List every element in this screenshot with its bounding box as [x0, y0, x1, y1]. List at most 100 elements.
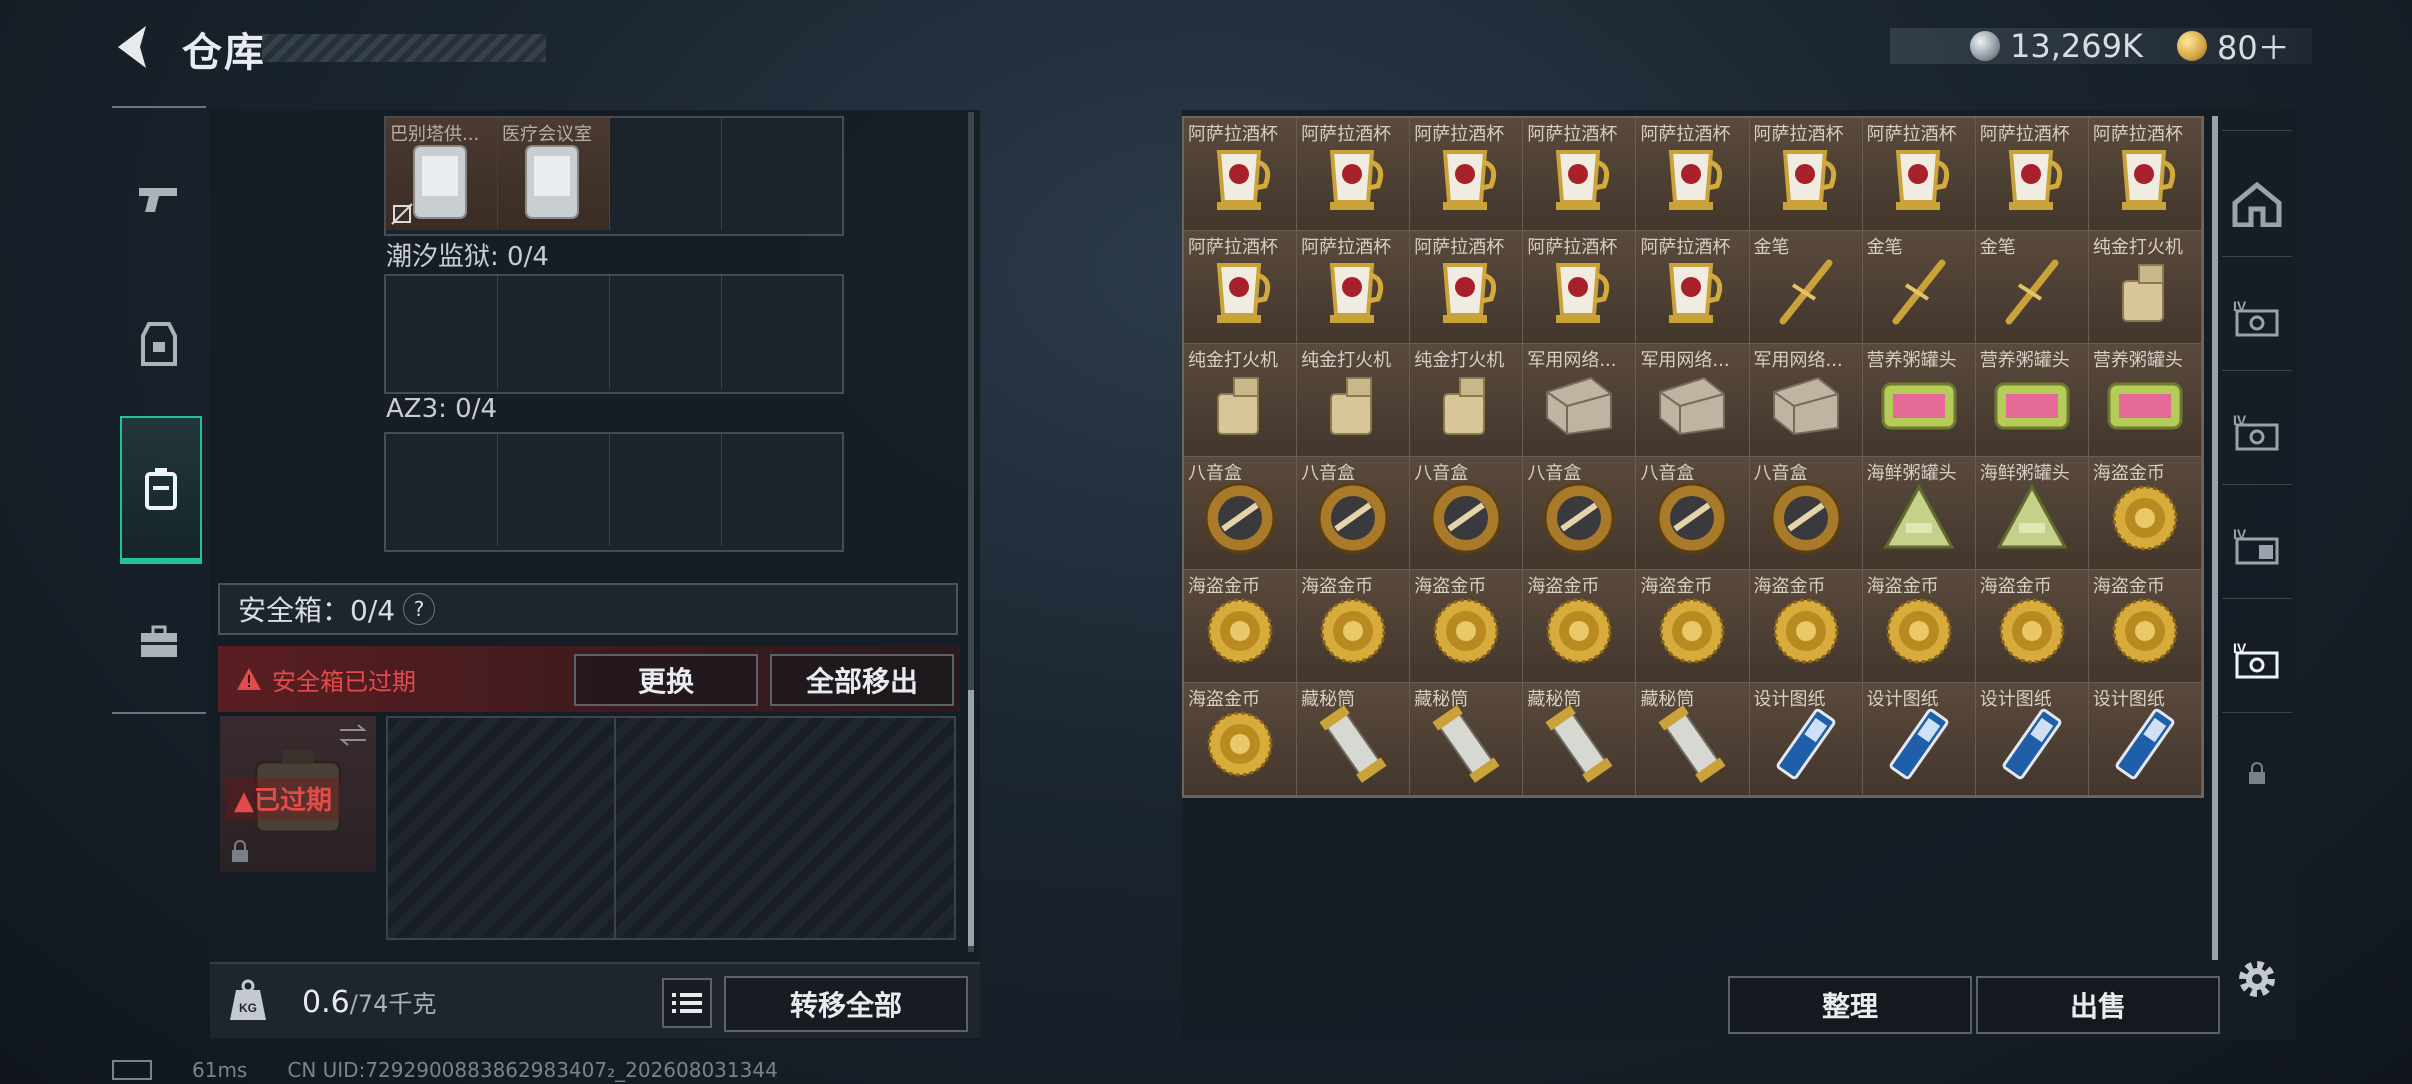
inventory-item[interactable]: 海盗金币	[2088, 570, 2202, 683]
tab-weapons[interactable]	[120, 128, 198, 268]
empty-slot[interactable]	[386, 434, 498, 546]
inventory-item[interactable]: 军用网络...	[1523, 344, 1637, 457]
inventory-item[interactable]: 金笔	[1862, 231, 1976, 344]
inventory-item[interactable]: 藏秘筒	[1297, 683, 1411, 796]
left-scrollbar-thumb[interactable]	[968, 690, 974, 946]
net-icon	[1768, 372, 1844, 442]
back-button[interactable]	[112, 22, 156, 72]
musicbox-icon	[1767, 479, 1845, 561]
inventory-item[interactable]: 阿萨拉酒杯	[1636, 231, 1750, 344]
tab-containers[interactable]	[120, 416, 202, 564]
list-view-button[interactable]	[662, 978, 712, 1028]
empty-slot[interactable]	[722, 434, 834, 546]
inventory-item[interactable]: 海盗金币	[1410, 570, 1524, 683]
cryptex-icon	[1429, 704, 1503, 787]
status-bar: 61ms CN UID:7292900883862983407₂_2026080…	[112, 1058, 778, 1082]
sell-button[interactable]: 出售	[1976, 976, 2220, 1034]
empty-slot[interactable]	[498, 276, 610, 388]
inventory-item[interactable]: 设计图纸	[1975, 683, 2089, 796]
tab-storage-4-active[interactable]: IV	[2222, 608, 2292, 713]
empty-slot[interactable]	[722, 276, 834, 388]
inventory-item[interactable]: 海盗金币	[1523, 570, 1637, 683]
settings-button[interactable]	[2234, 956, 2280, 1002]
inventory-item[interactable]: 海鲜粥罐头	[1975, 457, 2089, 570]
tab-home[interactable]	[2222, 152, 2292, 257]
help-icon[interactable]: ?	[403, 593, 436, 625]
inventory-item[interactable]: 阿萨拉酒杯	[2088, 118, 2202, 231]
inventory-item[interactable]: 金笔	[1749, 231, 1863, 344]
inventory-item[interactable]: 设计图纸	[1862, 683, 1976, 796]
inventory-item[interactable]: 八音盒	[1523, 457, 1637, 570]
transfer-all-button[interactable]: 转移全部	[724, 976, 968, 1032]
inventory-item[interactable]: 阿萨拉酒杯	[1297, 118, 1411, 231]
replace-button[interactable]: 更换	[574, 654, 758, 706]
inventory-item[interactable]: 海盗金币	[1749, 570, 1863, 683]
tab-storage-2[interactable]: IV	[2222, 380, 2292, 485]
inventory-item[interactable]: 阿萨拉酒杯	[1975, 118, 2089, 231]
tab-gear[interactable]	[120, 274, 198, 414]
inventory-item[interactable]: 八音盒	[1297, 457, 1411, 570]
inventory-item[interactable]: 海盗金币	[1862, 570, 1976, 683]
inventory-item[interactable]: 阿萨拉酒杯	[1636, 118, 1750, 231]
weight-capacity: /74千克	[349, 990, 437, 1018]
inventory-item[interactable]: 海鲜粥罐头	[1862, 457, 1976, 570]
empty-slot[interactable]	[610, 118, 722, 230]
inventory-item[interactable]: 八音盒	[1184, 457, 1298, 570]
item-name: 军用网络...	[1527, 350, 1617, 371]
empty-slot[interactable]	[722, 118, 834, 230]
inventory-item[interactable]: 海盗金币	[2088, 457, 2202, 570]
inventory-item[interactable]: 营养粥罐头	[1975, 344, 2089, 457]
inventory-item[interactable]: 金笔	[1975, 231, 2089, 344]
inventory-item[interactable]: 藏秘筒	[1636, 683, 1750, 796]
tab-storage-1[interactable]: IV	[2222, 266, 2292, 371]
inventory-item[interactable]: 藏秘筒	[1410, 683, 1524, 796]
remove-all-button[interactable]: 全部移出	[770, 654, 954, 706]
item-name: 纯金打火机	[2092, 237, 2183, 258]
tab-locked[interactable]	[2222, 722, 2292, 826]
inventory-item[interactable]: 八音盒	[1636, 457, 1750, 570]
inventory-item[interactable]: 军用网络...	[1636, 344, 1750, 457]
slot-item[interactable]: 医疗会议室	[498, 118, 610, 230]
inventory-item[interactable]: 纯金打火机	[1184, 344, 1298, 457]
inventory-item[interactable]: 海盗金币	[1184, 570, 1298, 683]
inventory-item[interactable]: 阿萨拉酒杯	[1523, 118, 1637, 231]
musicbox-icon	[1653, 479, 1731, 561]
tab-top[interactable]	[2222, 72, 2292, 131]
inventory-item[interactable]: 藏秘筒	[1523, 683, 1637, 796]
lighter-icon	[1321, 372, 1385, 442]
tab-storage-3[interactable]: IV	[2222, 494, 2292, 599]
empty-slot[interactable]	[610, 276, 722, 388]
inventory-item[interactable]: 海盗金币	[1297, 570, 1411, 683]
item-name: 纯金打火机	[1301, 350, 1392, 371]
inventory-item[interactable]: 阿萨拉酒杯	[1862, 118, 1976, 231]
inventory-item[interactable]: 营养粥罐头	[1862, 344, 1976, 457]
inventory-item[interactable]: 阿萨拉酒杯	[1749, 118, 1863, 231]
inventory-item[interactable]: 营养粥罐头	[2088, 344, 2202, 457]
inventory-item[interactable]: 设计图纸	[1749, 683, 1863, 796]
tab-toolbox[interactable]	[120, 572, 198, 712]
empty-slot[interactable]	[498, 434, 610, 546]
inventory-item[interactable]: 阿萨拉酒杯	[1297, 231, 1411, 344]
inventory-item[interactable]: 海盗金币	[1636, 570, 1750, 683]
inventory-item[interactable]: 八音盒	[1410, 457, 1524, 570]
inventory-item[interactable]: 阿萨拉酒杯	[1184, 118, 1298, 231]
inventory-item[interactable]: 阿萨拉酒杯	[1410, 118, 1524, 231]
inventory-item[interactable]: 阿萨拉酒杯	[1184, 231, 1298, 344]
inventory-item[interactable]: 阿萨拉酒杯	[1410, 231, 1524, 344]
inventory-item[interactable]: 纯金打火机	[1297, 344, 1411, 457]
inventory-item[interactable]: 海盗金币	[1975, 570, 2089, 683]
inventory-item[interactable]: 设计图纸	[2088, 683, 2202, 796]
inventory-item[interactable]: 海盗金币	[1184, 683, 1298, 796]
inventory-item[interactable]: 纯金打火机	[2088, 231, 2202, 344]
inventory-item[interactable]: 阿萨拉酒杯	[1523, 231, 1637, 344]
inventory-item[interactable]: 军用网络...	[1749, 344, 1863, 457]
inventory-scrollbar[interactable]	[2212, 116, 2218, 960]
safebox-grid[interactable]	[386, 716, 956, 940]
empty-slot[interactable]	[610, 434, 722, 546]
inventory-item[interactable]: 八音盒	[1749, 457, 1863, 570]
swap-icon[interactable]	[338, 724, 368, 746]
slot-item[interactable]: 巴别塔供...	[386, 118, 498, 230]
inventory-item[interactable]: 纯金打火机	[1410, 344, 1524, 457]
empty-slot[interactable]	[386, 276, 498, 388]
sort-button[interactable]: 整理	[1728, 976, 1972, 1034]
